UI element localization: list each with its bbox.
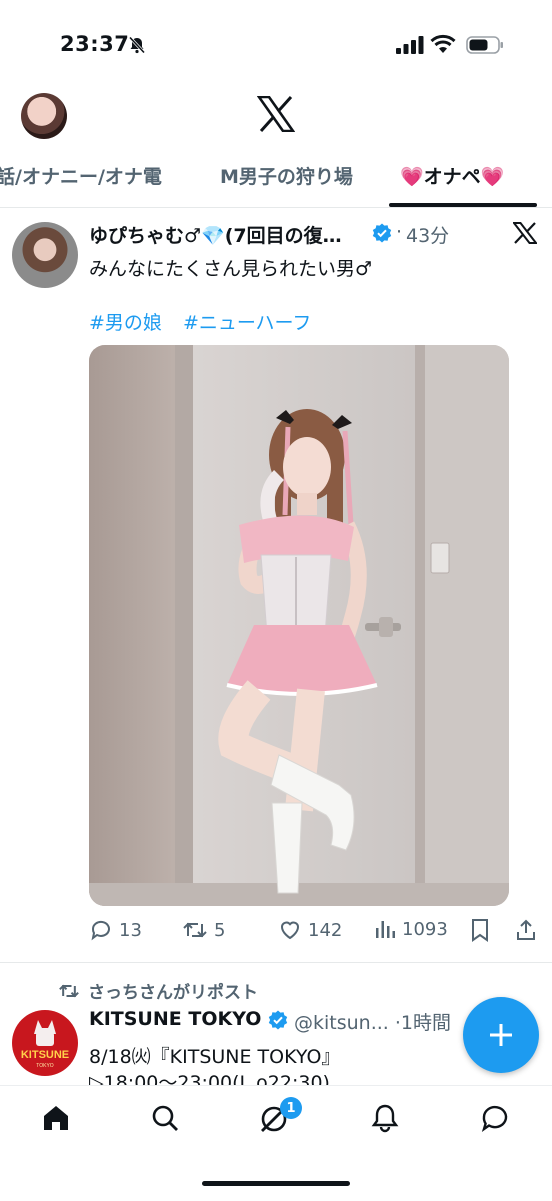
tweet-text: 8/18㈫『KITSUNE TOKYO』 [89,1046,341,1068]
author-avatar[interactable] [12,222,78,288]
logo-subtext: TOKYO [36,1063,54,1069]
status-time: 23:37 [60,32,130,56]
reply-count: 13 [119,919,142,941]
repost-count: 5 [214,919,226,941]
hashtag-link[interactable]: #男の娘 [89,308,162,335]
reply-icon [91,920,110,941]
signal-icon [396,36,424,54]
repost-indicator[interactable]: さっちさんがリポスト [58,978,258,1003]
profile-avatar[interactable] [21,93,67,139]
bell-off-icon [128,36,146,54]
repost-by-label: さっちさんがリポスト [88,983,258,1003]
tab-onanii[interactable]: 話/オナニー/オナ電 [0,162,162,189]
reply-button[interactable]: 13 [89,918,142,942]
divider [0,962,552,963]
logo-text: KITSUNE [21,1049,69,1061]
share-icon [517,919,535,940]
views-button[interactable]: 1093 [374,918,448,940]
verified-badge-icon [268,1010,288,1030]
home-indicator [202,1181,350,1186]
compose-button[interactable] [463,997,539,1073]
messages-icon[interactable] [480,1103,510,1133]
tweet-time[interactable]: 43分 [406,221,449,248]
bookmark-button[interactable] [470,918,490,942]
hashtag-link[interactable]: #ニューハーフ [183,308,311,335]
kitsune-logo: KITSUNE TOKYO [20,1020,70,1069]
tab-onape[interactable]: 💗オナペ💗 [400,162,504,189]
tweet-text: みんなにたくさん見られたい男♂ [89,258,373,280]
author-name[interactable]: ゆぴちゃむ♂💎(7回目の復… [89,221,342,248]
bell-icon[interactable] [370,1103,400,1133]
tab-m-danshi[interactable]: M男子の狩り場 [220,162,353,189]
wifi-icon [430,34,456,53]
repost-icon [183,922,207,938]
x-logo-icon[interactable] [513,222,537,244]
divider [0,207,552,208]
author-handle[interactable]: @kitsun... ·1時間 [294,1008,451,1035]
bookmark-icon [472,919,488,942]
search-icon[interactable] [150,1103,180,1133]
author-name[interactable]: KITSUNE TOKYO [89,1008,261,1030]
view-count: 1093 [402,918,448,940]
separator-dot: · [396,221,403,243]
x-logo-icon[interactable] [257,96,295,132]
tweet-photo[interactable] [89,345,509,906]
heart-icon [280,921,300,940]
repost-button[interactable]: 5 [182,918,225,942]
plus-icon [490,1024,512,1046]
like-button[interactable]: 142 [278,918,342,942]
repost-icon [59,984,79,997]
photo-illustration [89,345,509,906]
author-avatar[interactable]: KITSUNE TOKYO [12,1010,78,1076]
verified-badge-icon [372,223,392,243]
notification-badge: 1 [280,1097,302,1119]
share-button[interactable] [514,918,538,942]
home-icon[interactable] [41,1103,71,1133]
views-icon [376,921,395,938]
like-count: 142 [308,919,343,941]
battery-icon [466,36,503,54]
